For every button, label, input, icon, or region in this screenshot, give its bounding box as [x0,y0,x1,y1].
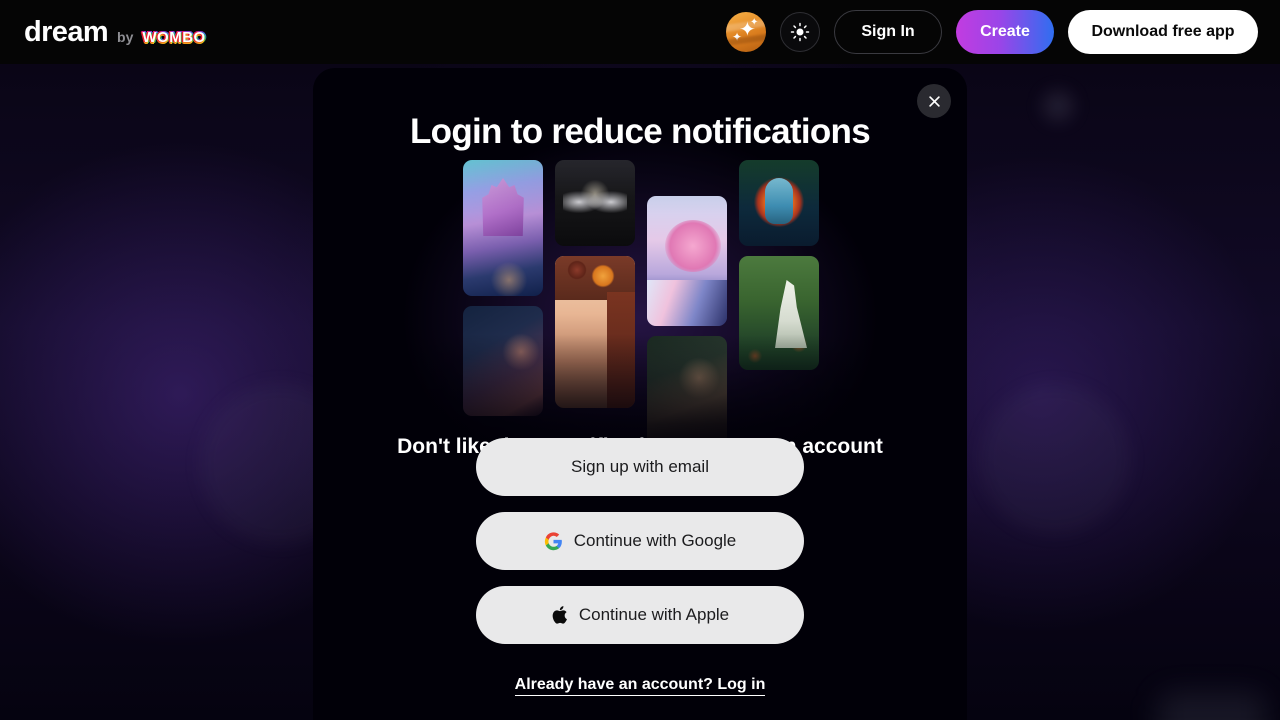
sun-brightness-icon [790,22,810,42]
misty-figure-artwork [647,336,727,446]
collage-column [739,160,819,380]
forest-nymph-artwork [739,256,819,370]
continue-with-apple-label: Continue with Apple [578,605,730,624]
continue-with-google-button[interactable]: Continue with Google [476,512,804,570]
create-button[interactable]: Create [956,10,1054,54]
sparkle-icon: ✦ [750,17,759,28]
topbar-actions: ✦ ✦ ✦ Sign In Create Download free app [726,10,1280,54]
warrior-artwork [463,306,543,416]
wombo-wordmark: WOMBO [142,28,206,46]
sparkle-icon: ✦ [732,30,743,44]
page-title: Login to reduce notifications [410,112,871,151]
close-modal-button[interactable] [917,84,951,118]
apple-logo-icon [552,606,567,624]
download-app-button[interactable]: Download free app [1068,10,1258,54]
cherry-blossom-landscape-artwork [647,196,727,326]
google-g-icon [544,531,562,550]
continue-with-apple-button[interactable]: Continue with Apple [476,586,804,644]
sign-up-with-email-label: Sign up with email [571,457,709,476]
page-root: dream by WOMBO ✦ ✦ ✦ Sign In Create Down… [0,0,1280,720]
artwork-collage [313,160,967,460]
bg-card-bottom-right [1158,692,1266,720]
login-modal: Login to reduce notifications Don't like… [313,68,967,720]
bg-blob-right [980,384,1130,534]
sparkle-orb-avatar[interactable]: ✦ ✦ ✦ [726,12,766,52]
theme-toggle-button[interactable] [780,12,820,52]
sign-in-button[interactable]: Sign In [834,10,942,54]
blue-goddess-artwork [739,160,819,246]
bg-dot-top-right [1043,91,1073,121]
rose-crown-portrait-artwork [555,256,635,408]
continue-with-google-label: Continue with Google [573,531,737,550]
brand-logo[interactable]: dream by WOMBO [24,15,206,48]
brand-name: dream [24,15,109,48]
collage-column [647,160,727,456]
sign-up-with-email-button[interactable]: Sign up with email [476,438,804,496]
login-link[interactable]: Already have an account? Log in [313,676,967,696]
brand-by-label: by [117,28,134,45]
collage-column [555,160,635,418]
login-link-label: Already have an account? Log in [514,676,766,696]
close-x-icon [928,95,940,107]
winged-angel-artwork [555,160,635,246]
top-navigation-bar: dream by WOMBO ✦ ✦ ✦ Sign In Create Down… [0,0,1280,64]
collage-column [463,160,543,426]
fantasy-castle-artwork [463,160,543,296]
collage-grid [463,160,823,460]
